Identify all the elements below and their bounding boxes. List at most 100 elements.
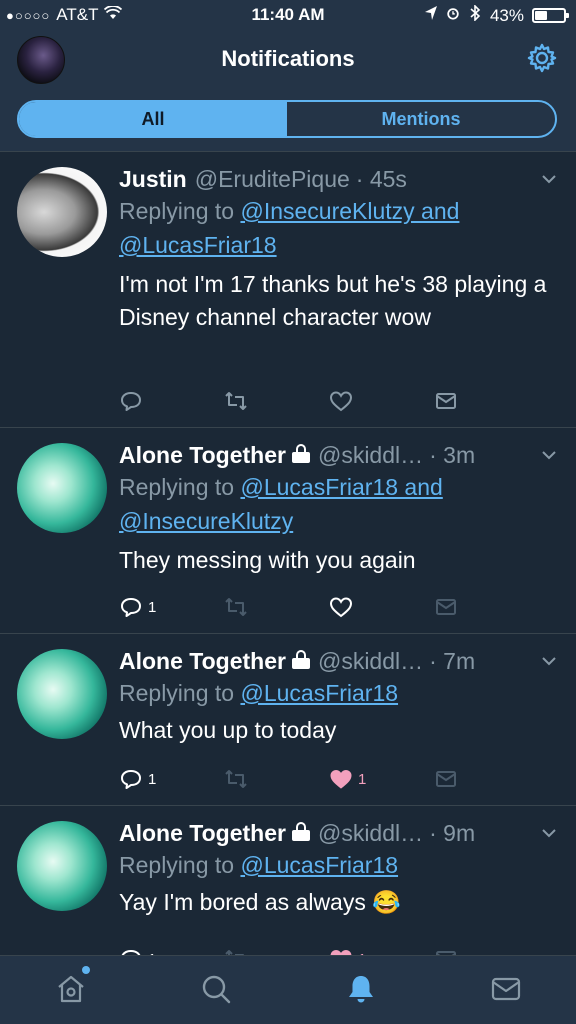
tweet-header: Alone Together @skiddl… · 3m [119,440,558,470]
unread-dot [82,966,90,974]
like-action[interactable]: 1 [329,767,389,791]
dm-action [434,767,494,791]
username[interactable]: @skiddl… [318,440,423,470]
location-icon [424,5,438,26]
tweet-text: What you up to today [119,717,337,743]
tweet-text: I'm not I'm 17 thanks but he's 38 playin… [119,271,547,330]
retweet-icon [225,598,247,616]
reply-count: 1 [148,598,157,616]
segmented-control: All Mentions [17,100,557,138]
replying-label: Replying to [119,474,235,500]
reply-icon [121,392,141,411]
tweet-body: Alone Together @skiddl… · 9m Replying to… [119,818,558,919]
navigation-bar: Notifications [0,30,576,90]
reply-action[interactable]: 1 [119,947,179,955]
username[interactable]: @EruditePique [195,164,350,194]
status-right: 43% [424,4,569,26]
chevron-down-icon[interactable] [540,652,558,670]
dm-action [434,947,494,955]
bluetooth-icon [468,4,482,26]
tweet-body: Alone Together @skiddl… · 7m Replying to… [119,646,558,747]
chevron-down-icon[interactable] [540,824,558,842]
replying-label: Replying to [119,680,235,706]
reply-count: 1 [148,770,157,788]
retweet-action[interactable] [224,389,284,413]
display-name[interactable]: Alone Together [119,440,286,470]
heart-icon [329,391,353,412]
tab-mentions[interactable]: Mentions [287,102,555,136]
tweet[interactable]: Alone Together @skiddl… · 9m Replying to… [0,806,576,955]
envelope-icon [436,771,456,787]
retweet-icon [225,392,247,410]
username[interactable]: @skiddl… [318,818,423,848]
retweet-action [224,767,284,791]
avatar[interactable] [17,443,107,533]
display-name[interactable]: Alone Together [119,818,286,848]
timestamp: · 45s [355,166,407,192]
retweet-action [224,595,284,619]
battery-fill [535,11,548,20]
like-count: 1 [358,770,367,788]
gear-icon[interactable] [526,42,558,74]
messages-icon[interactable] [489,972,523,1006]
tweet-header: Alone Together @skiddl… · 9m [119,818,558,848]
reply-action[interactable] [119,389,179,413]
display-name[interactable]: Justin [119,164,187,194]
dm-action[interactable] [434,389,494,413]
notification-feed[interactable]: Justin @EruditePique · 45s Replying to @… [0,152,576,955]
tab-all[interactable]: All [19,102,287,136]
replying-label: Replying to [119,198,235,224]
status-bar: ●○○○○ AT&T 11:40 AM 43% [0,0,576,30]
avatar[interactable] [17,821,107,911]
like-action[interactable] [329,595,389,619]
retweet-icon [225,770,247,788]
avatar[interactable] [17,649,107,739]
replying-to: Replying to @LucasFriar18 and @InsecureK… [119,470,558,538]
heart-filled-icon [330,949,352,955]
tweet-body: Alone Together @skiddl… · 3m Replying to… [119,440,558,577]
tweet[interactable]: Alone Together @skiddl… · 3m Replying to… [0,428,576,634]
search-icon[interactable] [199,972,233,1006]
retweet-action [224,947,284,955]
dm-action [434,595,494,619]
chevron-down-icon[interactable] [540,446,558,464]
replying-to: Replying to @LucasFriar18 [119,676,558,710]
lock-icon [291,822,310,841]
timestamp: · 9m [429,820,476,846]
heart-icon [329,597,353,618]
timestamp: · 7m [429,648,476,674]
replying-label: Replying to [119,852,235,878]
tweet-actions: 1 1 [119,946,494,955]
tweet-text: They messing with you again [119,547,416,573]
heart-filled-icon [330,769,352,789]
lock-icon [291,444,310,463]
avatar[interactable] [17,167,107,257]
username[interactable]: @skiddl… [318,646,423,676]
notifications-icon[interactable] [344,972,378,1006]
battery-percent: 43% [489,5,524,25]
reply-action[interactable]: 1 [119,767,179,791]
replying-links[interactable]: @LucasFriar18 [240,680,398,706]
tweet[interactable]: Justin @EruditePique · 45s Replying to @… [0,152,576,428]
reply-action[interactable]: 1 [119,595,179,619]
like-action[interactable]: 1 [329,947,389,955]
segment-bar: All Mentions [0,90,576,152]
reply-icon [121,770,141,789]
envelope-icon [436,951,456,955]
replying-links[interactable]: @LucasFriar18 [240,852,398,878]
tweet-actions: 1 [119,594,494,620]
lock-icon [291,650,310,669]
tweet[interactable]: Alone Together @skiddl… · 7m Replying to… [0,634,576,806]
like-action[interactable] [329,389,389,413]
chevron-down-icon[interactable] [540,170,558,188]
retweet-icon [225,950,244,955]
home-icon[interactable] [54,966,90,1006]
alarm-icon [446,5,460,26]
replying-to: Replying to @InsecureKlutzy and @LucasFr… [119,194,558,262]
timestamp: · 3m [429,442,476,468]
page-title: Notifications [221,46,355,71]
tweet-text: Yay I'm bored as always 😂 [119,889,401,915]
display-name[interactable]: Alone Together [119,646,286,676]
reply-icon [121,598,141,617]
battery-icon [532,8,569,23]
